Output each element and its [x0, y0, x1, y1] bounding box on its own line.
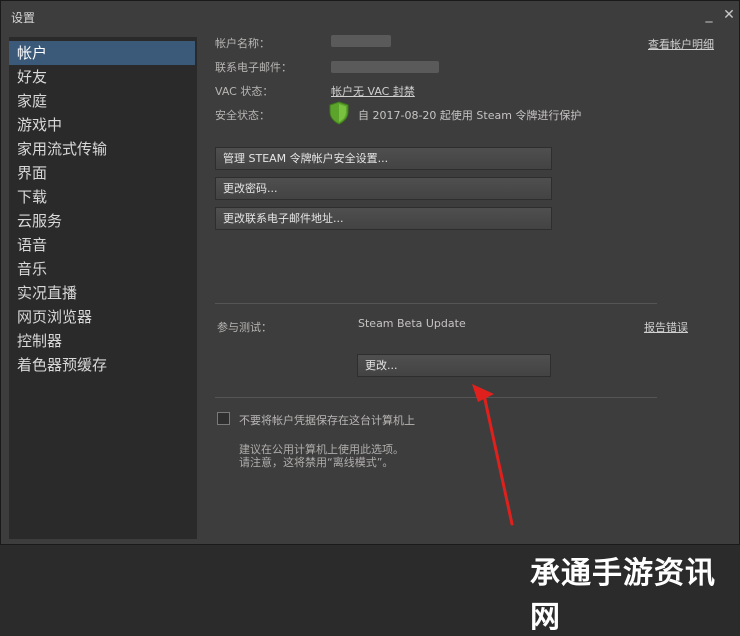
credentials-note-line1: 建议在公用计算机上使用此选项。 — [239, 443, 404, 456]
settings-sidebar: 帐户 好友 家庭 游戏中 家用流式传输 界面 下载 云服务 语音 音乐 实况直播… — [9, 37, 197, 539]
vac-status-link[interactable]: 帐户无 VAC 封禁 — [331, 83, 415, 99]
sidebar-item-music[interactable]: 音乐 — [9, 257, 195, 281]
vac-status-label: VAC 状态： — [215, 85, 274, 98]
beta-participation-label: 参与测试： — [217, 321, 272, 334]
sidebar-item-interface[interactable]: 界面 — [9, 161, 195, 185]
beta-participation-value: Steam Beta Update — [358, 317, 466, 330]
account-name-redacted — [331, 35, 391, 47]
security-status-label: 安全状态： — [215, 109, 270, 122]
manage-steam-guard-button[interactable]: 管理 STEAM 令牌帐户安全设置... — [215, 147, 552, 170]
dont-save-credentials-label: 不要将帐户凭据保存在这台计算机上 — [239, 414, 415, 427]
report-bug-link[interactable]: 报告错误 — [644, 319, 688, 335]
sidebar-item-broadcasting[interactable]: 实况直播 — [9, 281, 195, 305]
account-name-label: 帐户名称： — [215, 37, 270, 50]
sidebar-item-account[interactable]: 帐户 — [9, 41, 195, 65]
change-password-button[interactable]: 更改密码... — [215, 177, 552, 200]
security-status-value: 自 2017-08-20 起使用 Steam 令牌进行保护 — [358, 109, 582, 122]
sidebar-item-family[interactable]: 家庭 — [9, 89, 195, 113]
sidebar-item-friends[interactable]: 好友 — [9, 65, 195, 89]
watermark-text: 承通手游资讯网 — [530, 556, 716, 635]
steam-guard-shield-icon — [329, 101, 349, 125]
view-account-details-link[interactable]: 查看帐户明细 — [648, 36, 714, 52]
window-title: 设置 — [11, 11, 36, 25]
section-divider — [215, 303, 657, 304]
account-panel: 帐户名称： 查看帐户明细 联系电子邮件： VAC 状态： 帐户无 VAC 封禁 … — [197, 31, 737, 541]
contact-email-label: 联系电子邮件： — [215, 61, 292, 74]
settings-window: 设置 _ ✕ 帐户 好友 家庭 游戏中 家用流式传输 界面 下载 云服务 语音 … — [0, 0, 740, 545]
sidebar-item-web-browser[interactable]: 网页浏览器 — [9, 305, 195, 329]
title-bar[interactable]: 设置 _ ✕ — [1, 1, 739, 31]
close-button[interactable]: ✕ — [721, 7, 737, 23]
credentials-note-line2: 请注意，这将禁用“离线模式”。 — [239, 456, 394, 469]
contact-email-redacted — [331, 61, 439, 73]
sidebar-item-cloud[interactable]: 云服务 — [9, 209, 195, 233]
sidebar-item-in-game[interactable]: 游戏中 — [9, 113, 195, 137]
section-divider-2 — [215, 397, 657, 398]
dont-save-credentials-checkbox[interactable] — [217, 412, 230, 425]
sidebar-item-voice[interactable]: 语音 — [9, 233, 195, 257]
change-email-button[interactable]: 更改联系电子邮件地址... — [215, 207, 552, 230]
minimize-button[interactable]: _ — [701, 7, 717, 23]
sidebar-item-downloads[interactable]: 下载 — [9, 185, 195, 209]
sidebar-item-home-streaming[interactable]: 家用流式传输 — [9, 137, 195, 161]
sidebar-item-shader-precache[interactable]: 着色器预缓存 — [9, 353, 195, 377]
beta-change-button[interactable]: 更改... — [357, 354, 551, 377]
sidebar-item-controller[interactable]: 控制器 — [9, 329, 195, 353]
